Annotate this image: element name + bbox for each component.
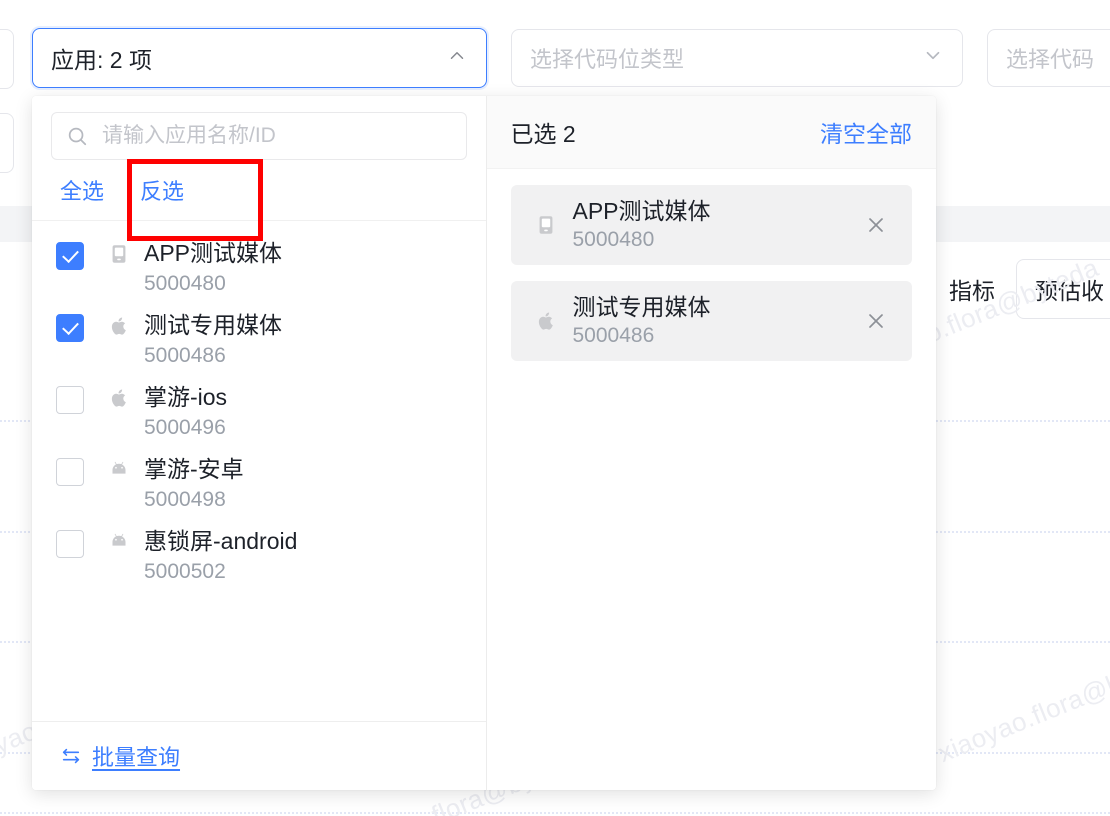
code-position-placeholder: 选择代码 (1006, 47, 1095, 72)
app-option-name: 测试专用媒体 (144, 312, 282, 338)
app-option-name: APP测试媒体 (144, 240, 283, 266)
invert-selection-link[interactable]: 反选 (140, 174, 184, 206)
android-icon (106, 457, 132, 483)
close-icon[interactable] (864, 213, 888, 237)
selected-list: APP测试媒体 5000480 测试专用媒体 5000486 (487, 169, 937, 377)
app-option-checkbox[interactable] (56, 458, 84, 486)
apple-icon (106, 313, 132, 339)
app-option-texts: 测试专用媒体 5000486 (144, 310, 282, 372)
code-type-placeholder: 选择代码位类型 (530, 47, 685, 72)
app-option-row[interactable]: APP测试媒体 5000480 (32, 227, 486, 299)
app-option-id: 5000486 (144, 344, 226, 367)
batch-query-link[interactable]: 批量查询 (60, 740, 180, 772)
watermark: xiaoyao.flora@byteda (933, 642, 1110, 768)
batch-query-label: 批量查询 (92, 745, 181, 770)
search-wrap (32, 96, 486, 160)
edge-card-partial (0, 113, 14, 173)
apple-icon (106, 385, 132, 411)
app-option-checkbox[interactable] (56, 530, 84, 558)
selected-chip-name: APP测试媒体 (572, 197, 711, 224)
search-icon (66, 125, 88, 147)
app-option-checkbox[interactable] (56, 314, 84, 342)
app-option-id: 5000480 (144, 272, 226, 295)
search-input[interactable] (100, 123, 452, 149)
app-option-pane: 全选 反选 APP测试媒体 5000480 测试专用媒体 5000486 掌游-ios 5… (32, 96, 487, 790)
code-position-select[interactable]: 选择代码 (987, 29, 1110, 87)
search-box[interactable] (51, 112, 467, 160)
apple-icon (533, 308, 559, 334)
app-option-checkbox[interactable] (56, 386, 84, 414)
selected-chip-name: 测试专用媒体 (572, 293, 711, 320)
app-option-name: 掌游-安卓 (144, 456, 244, 482)
selected-chip-id: 5000480 (572, 227, 655, 251)
device-icon (106, 241, 132, 267)
app-filter-trigger[interactable]: 应用: 2 项 (32, 28, 487, 88)
selected-chip-texts: 测试专用媒体 5000486 (573, 293, 711, 350)
selected-count: 已选 2 (510, 121, 576, 147)
edge-card-partial (0, 29, 14, 89)
app-option-id: 5000496 (144, 416, 226, 439)
app-filter-trigger-label: 应用: 2 项 (51, 47, 152, 73)
app-option-texts: 掌游-安卓 5000498 (144, 454, 244, 516)
app-option-checkbox[interactable] (56, 242, 84, 270)
screen: 选择代码位类型 选择代码 指标 预估收 xiaoyao.flora@byteda… (0, 0, 1110, 816)
app-option-row[interactable]: 测试专用媒体 5000486 (32, 299, 486, 371)
selected-chip: APP测试媒体 5000480 (510, 185, 912, 265)
android-icon (106, 529, 132, 555)
selected-header: 已选 2 清空全部 (486, 96, 936, 169)
app-option-id: 5000498 (144, 488, 226, 511)
app-filter-dropdown: 全选 反选 APP测试媒体 5000480 测试专用媒体 5000486 掌游-ios 5… (32, 96, 936, 790)
app-option-id: 5000502 (144, 560, 226, 583)
app-option-texts: 掌游-ios 5000496 (144, 382, 227, 444)
chevron-down-icon (922, 45, 944, 72)
selected-chip-id: 5000486 (572, 323, 655, 347)
app-option-name: 惠锁屏-android (144, 528, 298, 554)
dropdown-footer: 批量查询 (32, 721, 486, 790)
app-option-texts: APP测试媒体 5000480 (144, 238, 282, 300)
selected-chip: 测试专用媒体 5000486 (510, 281, 912, 361)
app-option-row[interactable]: 掌游-ios 5000496 (32, 371, 486, 443)
app-option-row[interactable]: 惠锁屏-android 5000502 (32, 515, 486, 587)
clear-all-link[interactable]: 清空全部 (820, 115, 912, 149)
selected-pane: 已选 2 清空全部 APP测试媒体 5000480 测试专用媒体 5000486 (486, 96, 937, 790)
table-row-divider (0, 812, 1110, 814)
app-option-list: APP测试媒体 5000480 测试专用媒体 5000486 掌游-ios 5000496… (32, 221, 486, 721)
selection-actions: 全选 反选 (32, 160, 486, 221)
code-type-select[interactable]: 选择代码位类型 (511, 29, 963, 87)
selected-chip-texts: APP测试媒体 5000480 (573, 197, 711, 254)
device-icon (533, 212, 559, 238)
app-option-name: 掌游-ios (144, 384, 228, 410)
app-option-row[interactable]: 掌游-安卓 5000498 (32, 443, 486, 515)
close-icon[interactable] (864, 309, 888, 333)
select-all-link[interactable]: 全选 (60, 174, 104, 206)
swap-icon (60, 745, 82, 767)
app-option-texts: 惠锁屏-android 5000502 (144, 526, 297, 588)
chevron-up-icon (446, 45, 468, 72)
